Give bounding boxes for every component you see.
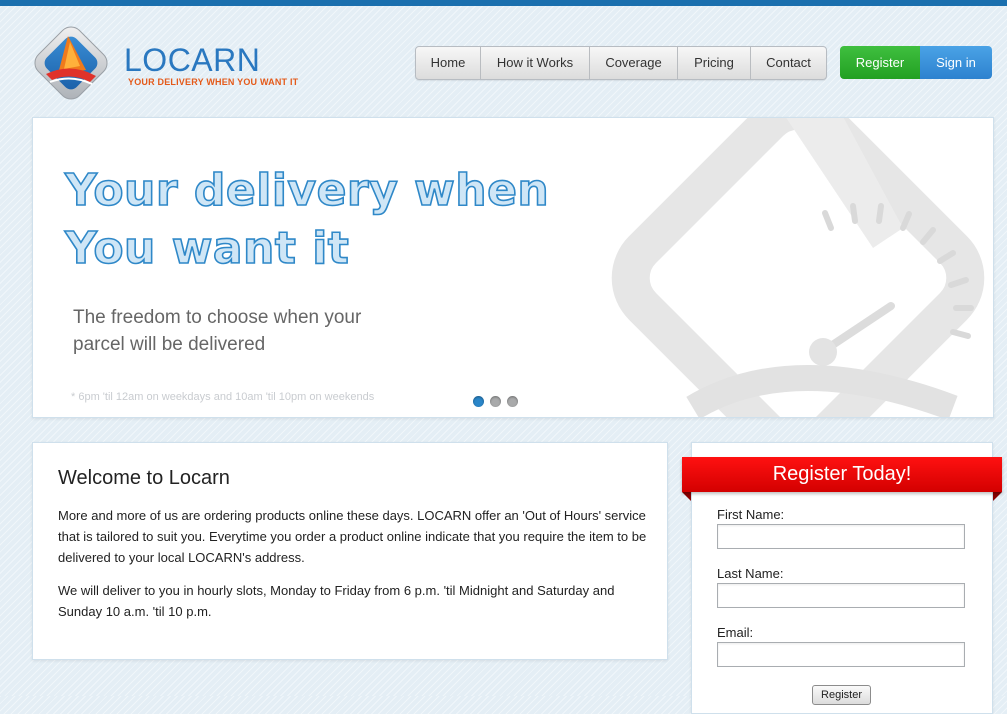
hero-headline-line2: You want it bbox=[64, 222, 350, 275]
logo-wordmark: LOCARN bbox=[124, 42, 261, 78]
first-name-label: First Name: bbox=[717, 507, 785, 522]
signin-button[interactable]: Sign in bbox=[920, 46, 992, 79]
ribbon-fold bbox=[682, 492, 691, 501]
slider-dot[interactable] bbox=[473, 396, 484, 407]
logo[interactable]: LOCARN YOUR DELIVERY WHEN YOU WANT IT bbox=[30, 22, 298, 108]
hero-subtitle: The freedom to choose when your parcel w… bbox=[73, 307, 362, 355]
nav-contact[interactable]: Contact bbox=[751, 47, 826, 79]
locarn-logo-icon bbox=[34, 26, 108, 100]
welcome-paragraph: We will deliver to you in hourly slots, … bbox=[58, 583, 615, 619]
slider-pagination bbox=[473, 396, 518, 407]
ribbon-fold bbox=[993, 492, 1002, 501]
logo-tagline: YOUR DELIVERY WHEN YOU WANT IT bbox=[128, 77, 299, 87]
slider-dot[interactable] bbox=[507, 396, 518, 407]
hero-headline-line1: Your delivery when bbox=[64, 164, 550, 217]
register-submit-button[interactable]: Register bbox=[812, 685, 871, 705]
welcome-panel: Welcome to Locarn More and more of us ar… bbox=[32, 442, 668, 660]
register-today-ribbon: Register Today! bbox=[682, 457, 1002, 492]
slider-dot[interactable] bbox=[490, 396, 501, 407]
speedometer-watermark-icon bbox=[611, 118, 985, 417]
last-name-label: Last Name: bbox=[717, 566, 784, 581]
nav-how-it-works[interactable]: How it Works bbox=[481, 47, 590, 79]
email-input[interactable] bbox=[717, 642, 965, 667]
register-button[interactable]: Register bbox=[840, 46, 920, 79]
email-label: Email: bbox=[717, 625, 754, 640]
hero-slider: Your delivery when You want it The freed… bbox=[32, 117, 994, 418]
first-name-input[interactable] bbox=[717, 524, 965, 549]
last-name-input[interactable] bbox=[717, 583, 965, 608]
nav-home[interactable]: Home bbox=[416, 47, 481, 79]
top-accent-bar bbox=[0, 0, 1007, 6]
hero-footnote: * 6pm 'til 12am on weekdays and 10am 'ti… bbox=[71, 391, 375, 403]
nav-pricing[interactable]: Pricing bbox=[678, 47, 751, 79]
auth-buttons: Register Sign in bbox=[840, 46, 992, 79]
welcome-title: Welcome to Locarn bbox=[58, 467, 230, 489]
nav-coverage[interactable]: Coverage bbox=[590, 47, 678, 79]
welcome-paragraph: More and more of us are ordering product… bbox=[58, 508, 647, 565]
hero-headline: Your delivery when You want it bbox=[64, 162, 625, 278]
main-nav: Home How it Works Coverage Pricing Conta… bbox=[415, 46, 827, 80]
